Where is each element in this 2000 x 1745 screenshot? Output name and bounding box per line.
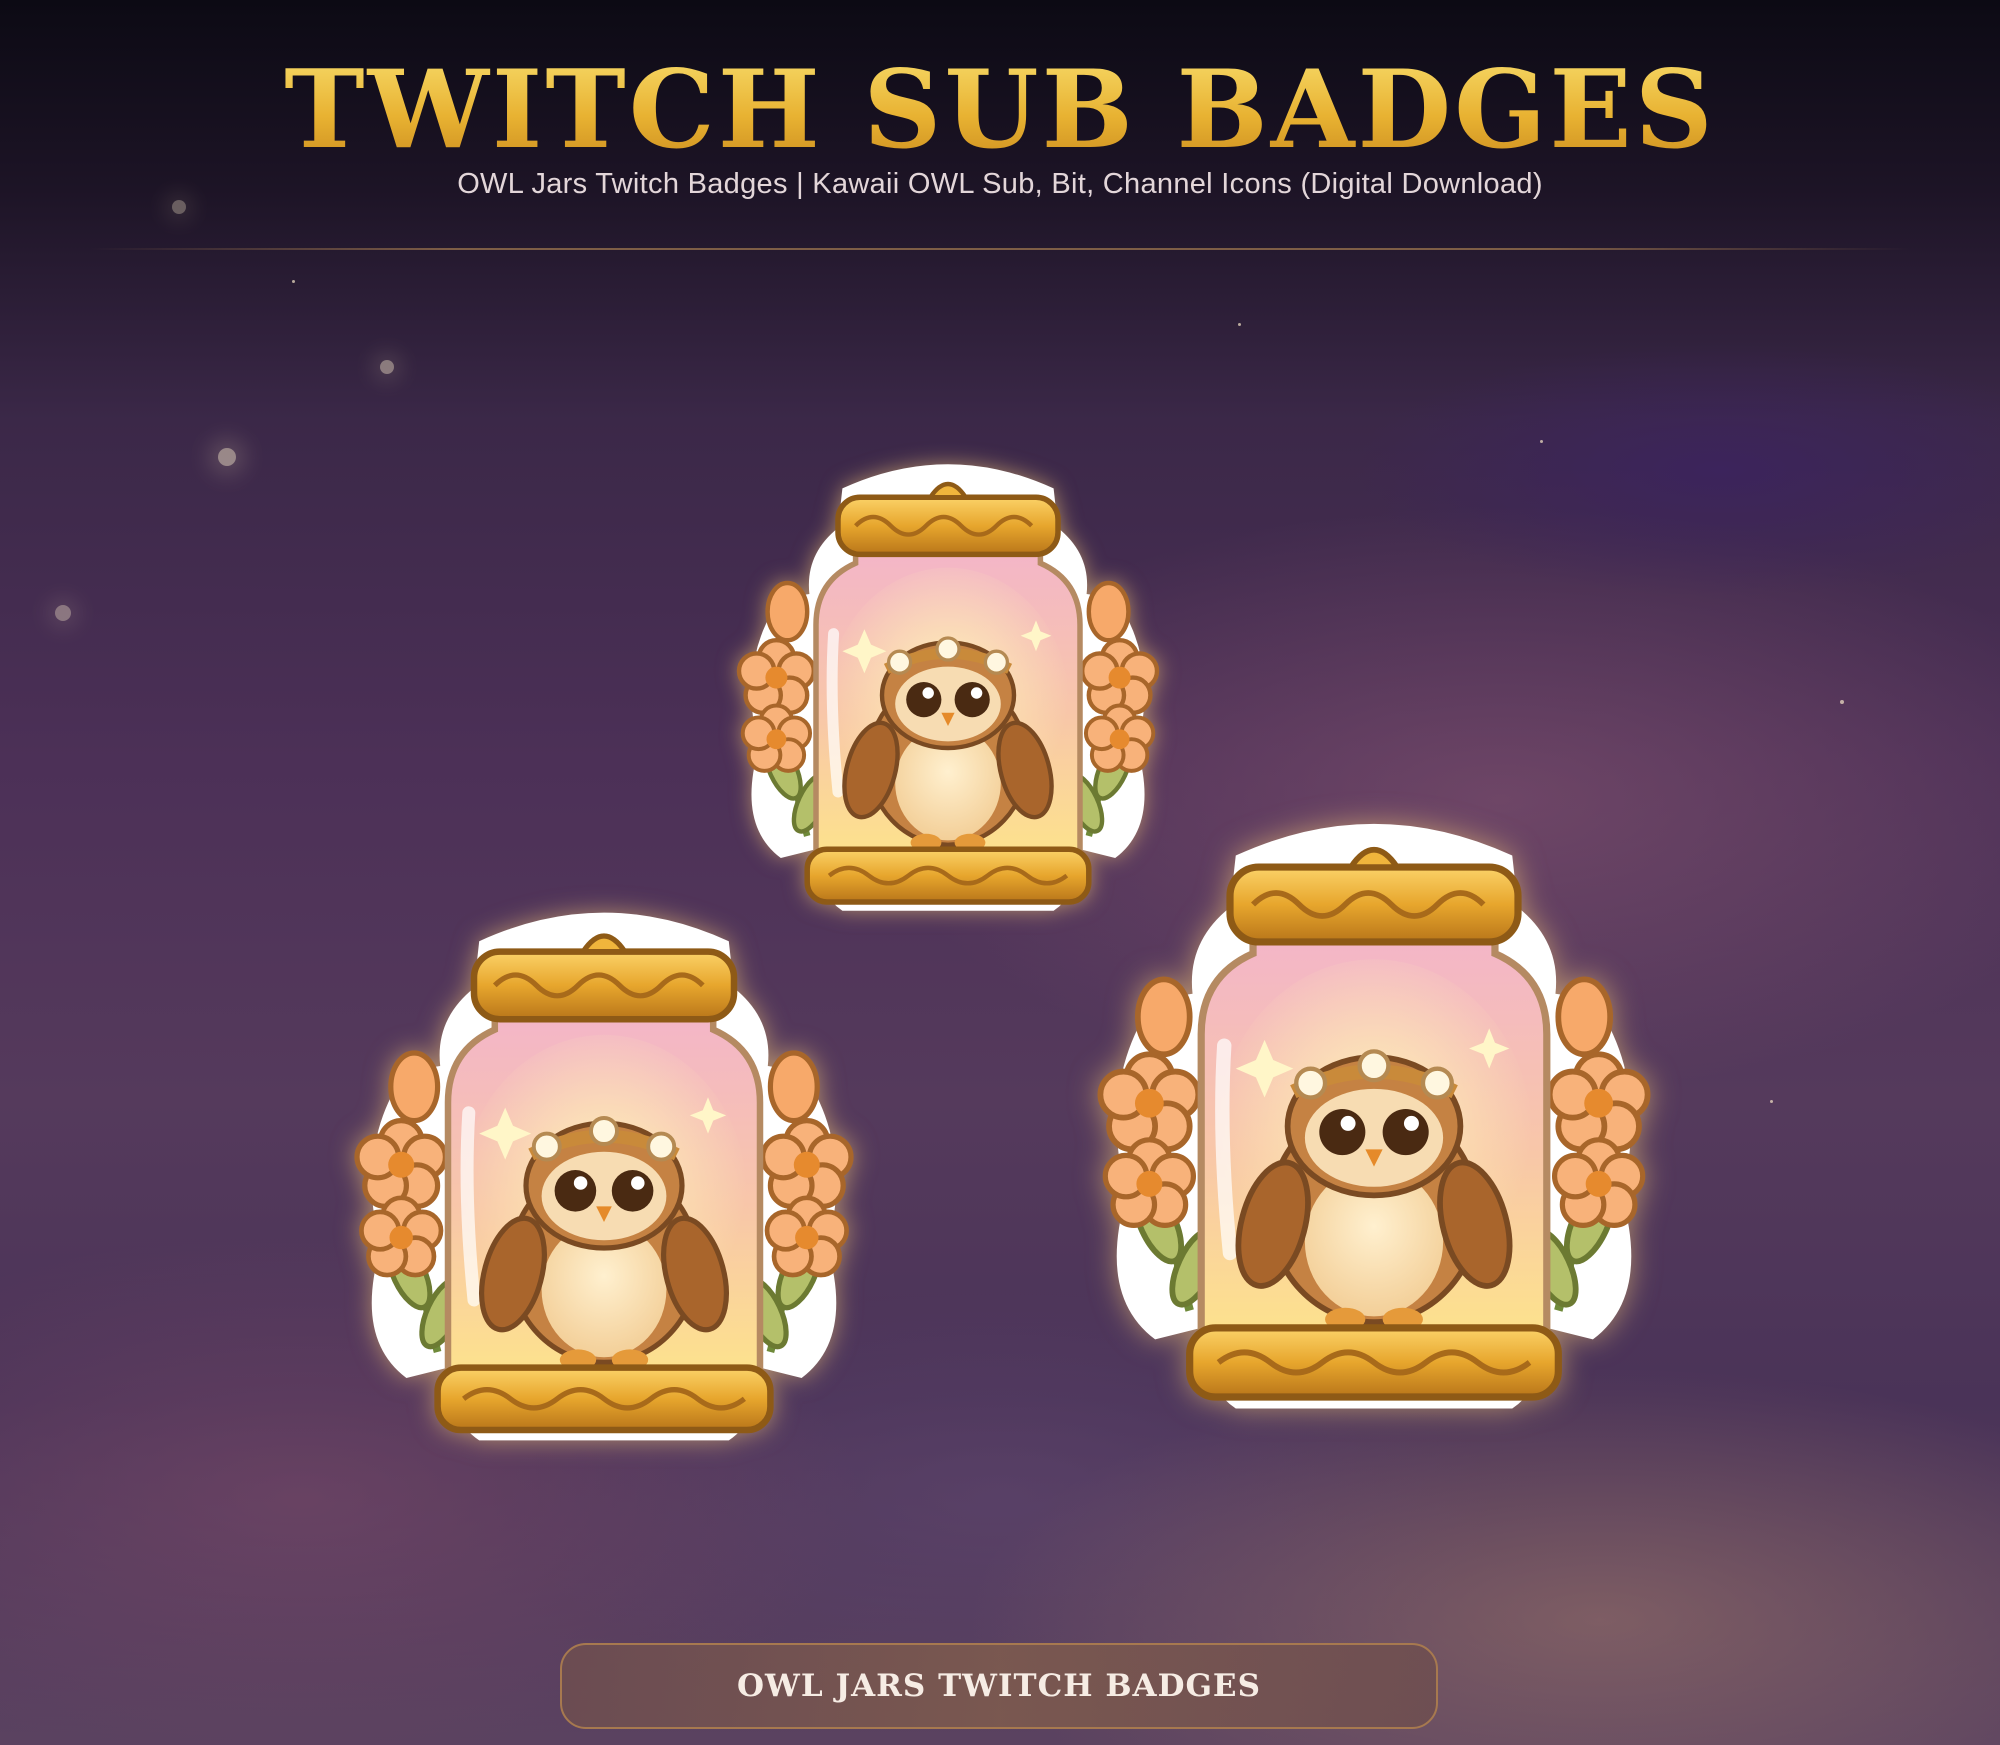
star-sparkle: [1770, 1100, 1773, 1103]
star-sparkle: [380, 360, 394, 374]
page-subtitle: OWL Jars Twitch Badges | Kawaii OWL Sub,…: [457, 168, 1543, 200]
page-title: TWITCH SUB BADGES: [0, 48, 2000, 172]
header-divider: [90, 248, 1910, 250]
star-sparkle: [292, 280, 295, 283]
star-sparkle: [218, 448, 236, 466]
owl-jar-badge-medium: [344, 884, 864, 1456]
header: TWITCH SUB BADGES OWL Jars Twitch Badges…: [0, 0, 2000, 250]
star-sparkle: [1540, 440, 1543, 443]
owl-jars-badges-button[interactable]: OWL JARS TWITCH BADGES: [560, 1643, 1438, 1729]
owl-jar-icon: [1086, 792, 1662, 1426]
star-sparkle: [1840, 700, 1844, 704]
star-sparkle: [1238, 323, 1241, 326]
owl-jar-badge-large: [1086, 792, 1662, 1426]
star-sparkle: [172, 200, 186, 214]
star-sparkle: [55, 605, 71, 621]
owl-jar-icon: [344, 884, 864, 1456]
